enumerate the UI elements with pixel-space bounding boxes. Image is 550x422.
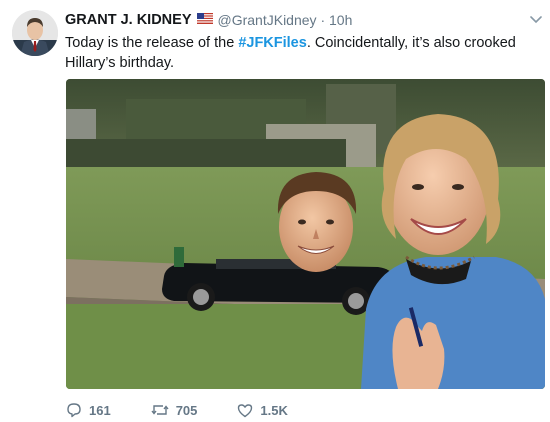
avatar[interactable] [12,10,58,56]
tweet-image[interactable] [66,79,545,389]
reply-count: 161 [89,402,111,418]
chevron-down-icon[interactable] [528,12,544,28]
author-handle[interactable]: @GrantJKidney · 10h [218,12,353,28]
tweet-header: GRANT J. KIDNEY @GrantJKidney · 10h [65,10,540,30]
tweet: GRANT J. KIDNEY @GrantJKidney · 10h Toda… [0,0,550,422]
tweet-text: Today is the release of the #JFKFiles. C… [65,33,535,73]
heart-icon [237,403,253,418]
retweet-button[interactable]: 705 [151,402,198,418]
tweet-actions: 161 705 1.5K [66,400,328,420]
tweet-time[interactable]: 10h [329,12,352,28]
hashtag-link[interactable]: #JFKFiles [238,35,307,51]
retweet-count: 705 [175,402,198,418]
handle-text[interactable]: @GrantJKidney [218,12,317,28]
like-button[interactable]: 1.5K [237,402,288,418]
tweet-text-start: Today is the release of the [65,35,239,51]
reply-button[interactable]: 161 [66,402,111,418]
separator-dot: · [320,12,329,28]
reply-icon [66,402,82,418]
us-flag-icon [196,11,213,29]
retweet-icon [151,402,169,418]
like-count: 1.5K [260,402,288,418]
author-name[interactable]: GRANT J. KIDNEY [65,12,192,28]
